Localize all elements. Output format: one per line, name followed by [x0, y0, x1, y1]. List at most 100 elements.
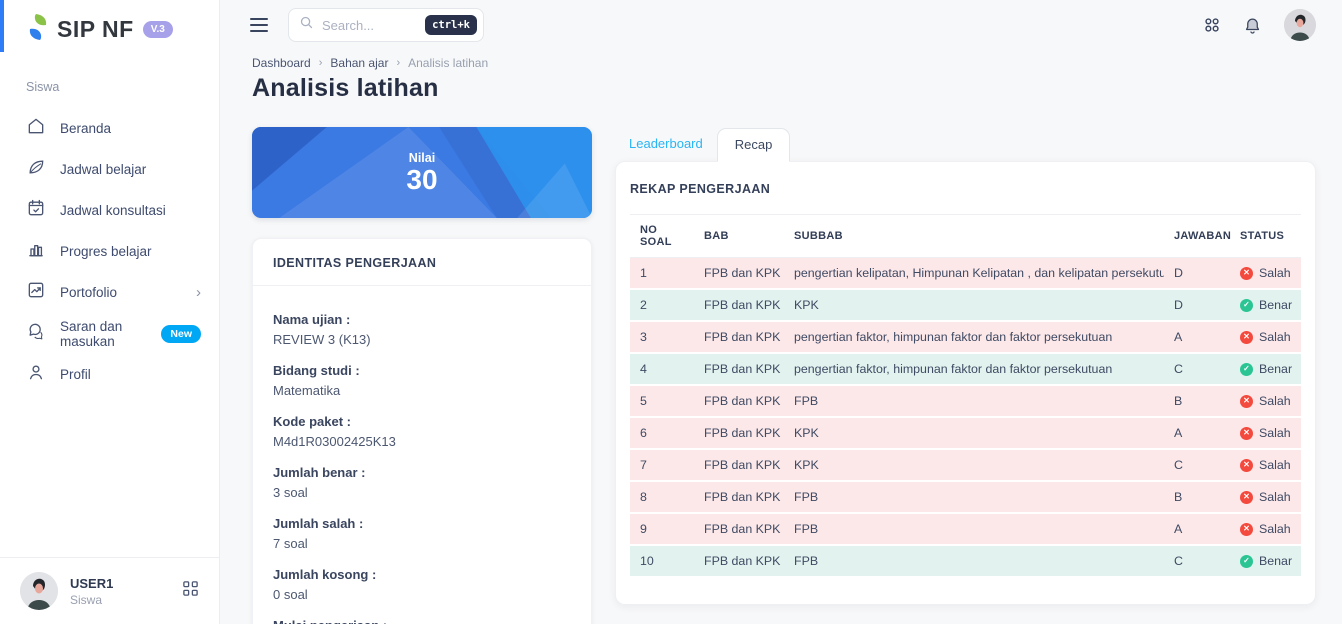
sidebar-item-progres-belajar[interactable]: Progres belajar [0, 231, 219, 272]
new-badge: New [161, 325, 201, 343]
header-bab: BAB [694, 215, 784, 258]
page-title: Analisis latihan [252, 74, 1316, 103]
tab-leaderboard[interactable]: Leaderboard [615, 127, 717, 162]
status-correct-icon: ✓ [1240, 363, 1253, 376]
status-label: Benar [1259, 554, 1292, 568]
apps-grid-icon[interactable] [1203, 16, 1221, 34]
logo-leaf-icon [26, 13, 50, 46]
sidebar-item-label: Jadwal belajar [60, 162, 146, 177]
breadcrumb-bahan-ajar[interactable]: Bahan ajar [330, 56, 388, 70]
trend-line-icon [26, 280, 46, 305]
chat-bubbles-icon [26, 321, 46, 346]
sidebar: SIP NF V.3 Siswa Beranda Jadwal belajar … [0, 0, 220, 624]
sidebar-item-portofolio[interactable]: Portofolio › [0, 272, 219, 313]
status-wrong-icon: ✕ [1240, 395, 1253, 408]
table-row: 2 FPB dan KPK KPK D ✓Benar [630, 289, 1301, 321]
sidebar-item-label: Portofolio [60, 285, 117, 300]
table-header-row: NO SOAL BAB SUBBAB JAWABAN STATUS [630, 215, 1301, 258]
header-no-soal: NO SOAL [630, 215, 694, 258]
breadcrumb: Dashboard › Bahan ajar › Analisis latiha… [252, 56, 1316, 70]
header-status: STATUS [1230, 215, 1301, 258]
identity-field-jumlah-salah: Jumlah salah : 7 soal [273, 514, 571, 553]
breadcrumb-current: Analisis latihan [408, 56, 488, 70]
sidebar-item-label: Jadwal konsultasi [60, 203, 166, 218]
table-row: 4 FPB dan KPK pengertian faktor, himpuna… [630, 353, 1301, 385]
status-label: Salah [1259, 394, 1291, 408]
sidebar-user-card: USER1 Siswa [0, 557, 219, 624]
status-label: Salah [1259, 522, 1291, 536]
recap-card-title: REKAP PENGERJAAN [630, 182, 770, 196]
recap-table: NO SOAL BAB SUBBAB JAWABAN STATUS 1 FPB … [630, 214, 1301, 578]
sidebar-item-jadwal-konsultasi[interactable]: Jadwal konsultasi [0, 190, 219, 231]
score-card: Nilai 30 [252, 127, 592, 218]
user-icon [26, 362, 46, 387]
breadcrumb-separator: › [396, 57, 400, 69]
chevron-right-icon: › [196, 284, 201, 301]
user-avatar[interactable] [20, 572, 58, 610]
sidebar-item-saran-dan-masukan[interactable]: Saran dan masukan New [0, 313, 219, 354]
left-accent-bar [0, 0, 4, 52]
table-row: 8 FPB dan KPK FPB B ✕Salah [630, 481, 1301, 513]
header-jawaban: JAWABAN [1164, 215, 1230, 258]
hamburger-menu-icon[interactable] [248, 14, 270, 36]
sidebar-nav: Beranda Jadwal belajar Jadwal konsultasi… [0, 108, 219, 395]
score-value: 30 [406, 165, 437, 195]
bar-chart-icon [26, 239, 46, 264]
status-label: Salah [1259, 426, 1291, 440]
status-wrong-icon: ✕ [1240, 459, 1253, 472]
status-label: Salah [1259, 458, 1291, 472]
status-correct-icon: ✓ [1240, 299, 1253, 312]
search-icon [299, 15, 314, 35]
identity-field-jumlah-kosong: Jumlah kosong : 0 soal [273, 565, 571, 604]
notifications-bell-icon[interactable] [1243, 16, 1262, 35]
user-name: USER1 [70, 576, 113, 591]
status-wrong-icon: ✕ [1240, 427, 1253, 440]
status-label: Salah [1259, 266, 1291, 280]
main-area: ctrl+k Dashboard › Bahan ajar [220, 0, 1342, 624]
breadcrumb-separator: › [319, 57, 323, 69]
tab-recap[interactable]: Recap [717, 128, 791, 162]
table-row: 5 FPB dan KPK FPB B ✕Salah [630, 385, 1301, 417]
home-icon [26, 116, 46, 141]
search-shortcut-hint: ctrl+k [425, 15, 477, 35]
search-input[interactable] [322, 18, 414, 33]
table-row: 3 FPB dan KPK pengertian faktor, himpuna… [630, 321, 1301, 353]
app-logo[interactable]: SIP NF V.3 [0, 0, 219, 46]
table-row: 7 FPB dan KPK KPK C ✕Salah [630, 449, 1301, 481]
status-label: Benar [1259, 362, 1292, 376]
breadcrumb-dashboard[interactable]: Dashboard [252, 56, 311, 70]
status-correct-icon: ✓ [1240, 555, 1253, 568]
leaf-icon [26, 157, 46, 182]
sidebar-item-label: Beranda [60, 121, 111, 136]
identity-card-title: IDENTITAS PENGERJAAN [273, 256, 436, 270]
table-row: 10 FPB dan KPK FPB C ✓Benar [630, 545, 1301, 577]
table-row: 6 FPB dan KPK KPK A ✕Salah [630, 417, 1301, 449]
score-label: Nilai [409, 151, 435, 165]
header-subbab: SUBBAB [784, 215, 1164, 258]
status-wrong-icon: ✕ [1240, 267, 1253, 280]
calendar-check-icon [26, 198, 46, 223]
identity-field-jumlah-benar: Jumlah benar : 3 soal [273, 463, 571, 502]
sidebar-item-jadwal-belajar[interactable]: Jadwal belajar [0, 149, 219, 190]
status-wrong-icon: ✕ [1240, 491, 1253, 504]
identity-field-kode-paket: Kode paket : M4d1R03002425K13 [273, 412, 571, 451]
user-role: Siswa [70, 593, 113, 607]
sidebar-section-label: Siswa [0, 46, 219, 94]
status-wrong-icon: ✕ [1240, 523, 1253, 536]
identity-card: IDENTITAS PENGERJAAN Nama ujian : REVIEW… [252, 238, 592, 624]
tab-bar: Leaderboard Recap [615, 127, 1316, 162]
search-box[interactable]: ctrl+k [288, 8, 484, 42]
sidebar-item-label: Progres belajar [60, 244, 152, 259]
status-label: Salah [1259, 330, 1291, 344]
brand-name: SIP NF [57, 16, 134, 43]
topbar: ctrl+k [220, 0, 1342, 50]
workspace-switcher-icon[interactable] [182, 580, 199, 602]
sidebar-item-label: Profil [60, 367, 91, 382]
identity-field-bidang-studi: Bidang studi : Matematika [273, 361, 571, 400]
profile-avatar[interactable] [1284, 9, 1316, 41]
identity-field-nama-ujian: Nama ujian : REVIEW 3 (K13) [273, 310, 571, 349]
table-row: 1 FPB dan KPK pengertian kelipatan, Himp… [630, 258, 1301, 290]
table-row: 9 FPB dan KPK FPB A ✕Salah [630, 513, 1301, 545]
sidebar-item-profil[interactable]: Profil [0, 354, 219, 395]
sidebar-item-beranda[interactable]: Beranda [0, 108, 219, 149]
